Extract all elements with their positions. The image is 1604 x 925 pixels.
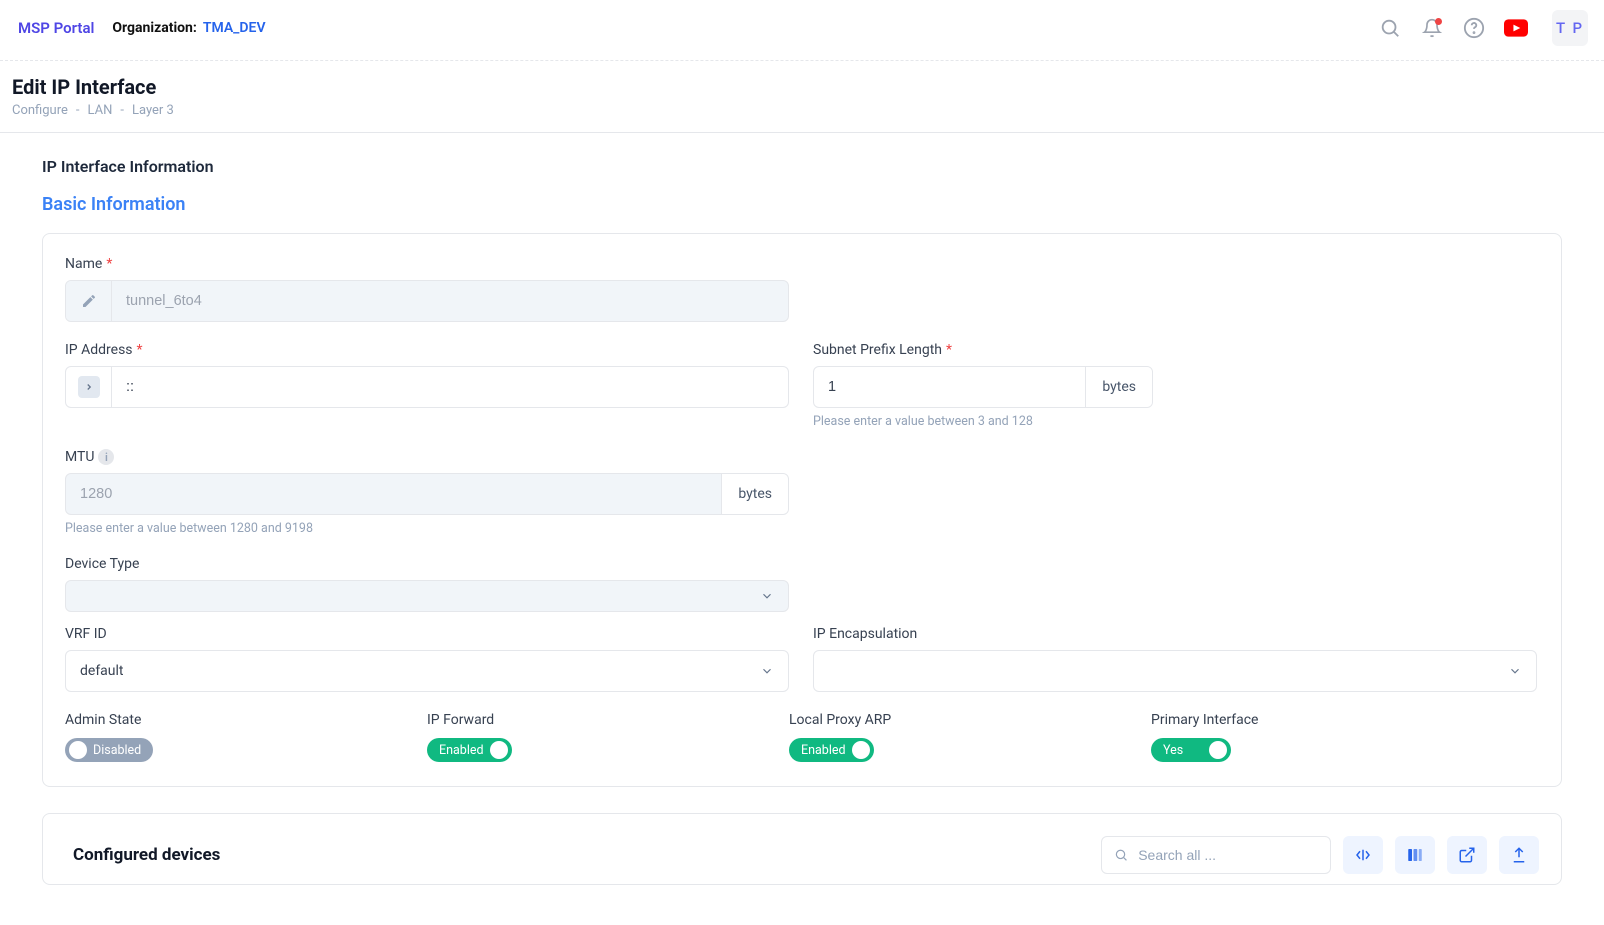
breadcrumb-item[interactable]: Layer 3: [132, 103, 174, 118]
local-proxy-arp-label: Local Proxy ARP: [789, 712, 1151, 728]
vrf-select[interactable]: default: [65, 650, 789, 692]
search-icon[interactable]: [1378, 16, 1402, 40]
device-type-label: Device Type: [65, 556, 789, 572]
configured-devices-panel: Configured devices: [42, 813, 1562, 885]
devices-search-input[interactable]: [1136, 846, 1318, 864]
breadcrumb-sep: -: [120, 103, 124, 118]
organization-value[interactable]: TMA_DEV: [203, 20, 266, 36]
admin-state-toggle[interactable]: Disabled: [65, 738, 153, 762]
chevron-down-icon: [760, 589, 774, 603]
field-vrf: VRF ID default: [65, 626, 789, 692]
field-mtu: MTU i bytes Please enter a value between…: [65, 449, 789, 536]
local-proxy-arp-toggle[interactable]: Enabled: [789, 738, 874, 762]
encap-select[interactable]: [813, 650, 1537, 692]
chevron-down-icon: [1508, 664, 1522, 678]
columns-icon[interactable]: [1395, 836, 1435, 874]
device-type-select: [65, 580, 789, 612]
youtube-icon[interactable]: [1504, 16, 1528, 40]
sub-section-title: Basic Information: [42, 194, 1562, 215]
configured-devices-title: Configured devices: [73, 845, 220, 865]
field-ip-address: IP Address *: [65, 342, 789, 429]
breadcrumb: Configure - LAN - Layer 3: [12, 103, 1592, 118]
field-encap: IP Encapsulation: [813, 626, 1537, 692]
toggle-local-proxy-arp: Local Proxy ARP Enabled: [789, 712, 1151, 762]
field-device-type: Device Type: [65, 556, 789, 612]
breadcrumb-item[interactable]: LAN: [88, 103, 113, 118]
primary-interface-label: Primary Interface: [1151, 712, 1513, 728]
pencil-icon: [66, 281, 112, 321]
prefix-input[interactable]: [814, 367, 1085, 407]
info-icon[interactable]: i: [98, 449, 114, 465]
page-header: Edit IP Interface Configure - LAN - Laye…: [0, 61, 1604, 133]
topbar: MSP Portal Organization: TMA_DEV T P: [0, 0, 1604, 61]
vrf-label: VRF ID: [65, 626, 789, 642]
breadcrumb-sep: -: [76, 103, 80, 118]
upload-icon[interactable]: [1499, 836, 1539, 874]
ip-label: IP Address *: [65, 342, 789, 358]
search-icon: [1114, 847, 1128, 863]
breadcrumb-item[interactable]: Configure: [12, 103, 68, 118]
basic-info-panel: Name * IP Address *: [42, 233, 1562, 787]
toggle-ip-forward: IP Forward Enabled: [427, 712, 789, 762]
angle-icon[interactable]: [66, 367, 112, 407]
admin-state-label: Admin State: [65, 712, 427, 728]
devices-search[interactable]: [1101, 836, 1331, 874]
external-link-icon[interactable]: [1447, 836, 1487, 874]
fit-columns-icon[interactable]: [1343, 836, 1383, 874]
mtu-unit: bytes: [721, 474, 788, 514]
toggle-admin-state: Admin State Disabled: [65, 712, 427, 762]
toggle-primary-interface: Primary Interface Yes: [1151, 712, 1513, 762]
field-name: Name *: [65, 256, 789, 322]
ip-forward-toggle[interactable]: Enabled: [427, 738, 512, 762]
msp-portal-link[interactable]: MSP Portal: [18, 19, 94, 37]
ip-forward-label: IP Forward: [427, 712, 789, 728]
notifications-icon[interactable]: [1420, 16, 1444, 40]
field-prefix: Subnet Prefix Length * bytes Please ente…: [813, 342, 1153, 429]
mtu-input: [66, 474, 721, 514]
name-input: [112, 281, 788, 321]
ip-address-input[interactable]: [112, 367, 788, 407]
user-avatar[interactable]: T P: [1552, 10, 1588, 46]
mtu-hint: Please enter a value between 1280 and 91…: [65, 521, 789, 536]
name-label: Name *: [65, 256, 789, 272]
prefix-unit: bytes: [1085, 367, 1152, 407]
chevron-down-icon: [760, 664, 774, 678]
help-icon[interactable]: [1462, 16, 1486, 40]
mtu-label: MTU i: [65, 449, 789, 465]
section-title: IP Interface Information: [0, 133, 1604, 176]
primary-interface-toggle[interactable]: Yes: [1151, 738, 1231, 762]
encap-label: IP Encapsulation: [813, 626, 1537, 642]
organization-label: Organization:: [112, 20, 196, 36]
page-title: Edit IP Interface: [12, 75, 1592, 99]
vrf-value: default: [80, 663, 124, 679]
prefix-hint: Please enter a value between 3 and 128: [813, 414, 1153, 429]
prefix-label: Subnet Prefix Length *: [813, 342, 1153, 358]
